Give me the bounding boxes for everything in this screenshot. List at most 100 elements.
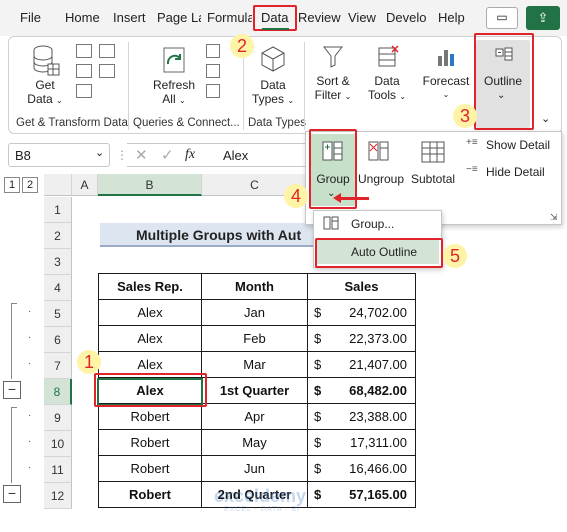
cell-sales[interactable]: $57,165.00 — [308, 482, 416, 508]
cell-month[interactable]: Apr — [202, 404, 308, 430]
group-label-queries: Queries & Connect... — [133, 117, 240, 129]
cell-month[interactable]: Jan — [202, 300, 308, 326]
cell-sales-rep[interactable]: Alex — [99, 326, 202, 352]
tab-view[interactable]: View — [348, 10, 376, 25]
cell-month[interactable]: 1st Quarter — [202, 378, 308, 404]
sales-value: 22,373.00 — [349, 331, 407, 346]
row-header[interactable]: 1 — [44, 197, 72, 223]
sales-value: 24,702.00 — [349, 305, 407, 320]
currency-symbol: $ — [314, 383, 322, 398]
row-header[interactable]: 6 — [44, 327, 72, 353]
cell-sales[interactable]: $68,482.00 — [308, 378, 416, 404]
cell-sales[interactable]: $24,702.00 — [308, 300, 416, 326]
tab-help[interactable]: Help — [438, 10, 465, 25]
row-header-selected[interactable]: 8 — [44, 379, 72, 405]
subtotal-icon[interactable] — [420, 140, 446, 164]
hide-detail-button[interactable]: Hide Detail — [486, 165, 545, 179]
formula-bar[interactable]: ✕ ✓ fx Alex — [127, 143, 307, 167]
cell-sales[interactable]: $22,373.00 — [308, 326, 416, 352]
row-header[interactable]: 2 — [44, 223, 72, 249]
from-web-icon[interactable] — [76, 64, 92, 78]
dialog-launcher-icon[interactable]: ⇲ — [550, 212, 558, 223]
data-tools-label-2: Tools — [367, 88, 396, 102]
from-table-icon[interactable] — [76, 84, 92, 98]
forecast-button[interactable]: Forecast ⌄ — [418, 74, 474, 102]
row-header[interactable]: 11 — [44, 457, 72, 483]
ungroup-icon[interactable] — [368, 140, 390, 162]
queries-connections-icon[interactable] — [206, 44, 220, 58]
tab-review[interactable]: Review — [298, 10, 341, 25]
outline-level-1[interactable]: 1 — [4, 177, 20, 193]
row-header[interactable]: 9 — [44, 405, 72, 431]
cell-sales-rep[interactable]: Robert — [99, 404, 202, 430]
name-box[interactable]: B8 ⌄ — [8, 143, 110, 167]
from-text-icon[interactable] — [76, 44, 92, 58]
tab-insert[interactable]: Insert — [113, 10, 146, 25]
cancel-icon[interactable]: ✕ — [135, 146, 148, 164]
tab-formulas[interactable]: Formula — [207, 10, 252, 25]
outline-bracket — [11, 407, 17, 483]
sales-value: 21,407.00 — [349, 357, 407, 372]
collapse-group-button[interactable]: − — [3, 381, 21, 399]
outline-dot: · — [28, 410, 32, 421]
properties-icon[interactable] — [206, 64, 220, 78]
currency-symbol: $ — [314, 357, 322, 372]
cell-month[interactable]: Mar — [202, 352, 308, 378]
collapse-ribbon-icon[interactable]: ⌄ — [541, 112, 550, 125]
row-header[interactable]: 5 — [44, 301, 72, 327]
row-header[interactable]: 12 — [44, 483, 72, 509]
currency-symbol: $ — [314, 409, 322, 424]
cell-month[interactable]: Jun — [202, 456, 308, 482]
show-detail-button[interactable]: Show Detail — [486, 138, 550, 152]
enter-icon[interactable]: ✓ — [161, 146, 174, 164]
cell-sales-rep[interactable]: Robert — [99, 456, 202, 482]
tab-developer[interactable]: Develo — [386, 10, 430, 25]
tab-page-layout[interactable]: Page La — [157, 10, 201, 25]
cell-month[interactable]: May — [202, 430, 308, 456]
row-header[interactable]: 4 — [44, 275, 72, 301]
data-tools-button[interactable]: Data Tools ⌄ — [362, 74, 412, 104]
refresh-all-button[interactable]: Refresh All ⌄ — [146, 78, 202, 108]
cell-sales-rep[interactable]: Robert — [99, 430, 202, 456]
cell-sales[interactable]: $17,311.00 — [308, 430, 416, 456]
existing-connections-icon[interactable] — [99, 64, 115, 78]
chevron-down-icon: ⌄ — [287, 96, 295, 105]
data-types-button[interactable]: Data Types ⌄ — [248, 78, 298, 108]
cell-sales[interactable]: $16,466.00 — [308, 456, 416, 482]
comments-icon[interactable]: ▭ — [486, 7, 518, 29]
outline-highlight — [474, 33, 534, 130]
tab-home[interactable]: Home — [65, 10, 100, 25]
sales-value: 17,311.00 — [350, 435, 407, 450]
outline-dot: · — [28, 462, 32, 473]
get-data-button[interactable]: Get Data ⌄ — [22, 78, 68, 108]
collapse-group-button[interactable]: − — [3, 485, 21, 503]
ungroup-button[interactable]: Ungroup — [358, 172, 404, 186]
sales-value: 68,482.00 — [349, 383, 407, 398]
cell-month[interactable]: Feb — [202, 326, 308, 352]
subtotal-button[interactable]: Subtotal — [411, 172, 455, 186]
share-icon[interactable]: ⇪ — [526, 6, 560, 30]
insert-function-icon[interactable]: fx — [185, 147, 195, 163]
data-tools-label-1: Data — [374, 74, 400, 88]
cell-sales-rep[interactable]: Robert — [99, 482, 202, 508]
cell-sales[interactable]: $21,407.00 — [308, 352, 416, 378]
row-header[interactable]: 7 — [44, 353, 72, 379]
chevron-down-icon: ⌄ — [56, 96, 63, 105]
column-header-a[interactable]: A — [72, 174, 98, 196]
hide-detail-icon: −≡ — [466, 164, 478, 175]
select-all-corner[interactable] — [44, 174, 72, 196]
watermark-tagline: EXCEL · DATA · BI — [224, 506, 300, 513]
tab-file[interactable]: File — [20, 10, 41, 25]
cell-sales[interactable]: $23,388.00 — [308, 404, 416, 430]
column-header-b[interactable]: B — [98, 174, 202, 196]
group-menu-item[interactable]: Group... — [351, 217, 394, 231]
sort-filter-button[interactable]: Sort & Filter ⌄ — [308, 74, 358, 104]
edit-links-icon[interactable] — [206, 84, 220, 98]
cell-sales-rep[interactable]: Alex — [99, 300, 202, 326]
recent-sources-icon[interactable] — [99, 44, 115, 58]
row-header[interactable]: 10 — [44, 431, 72, 457]
name-box-value: B8 — [15, 148, 31, 163]
row-header[interactable]: 3 — [44, 249, 72, 275]
outline-level-2[interactable]: 2 — [22, 177, 38, 193]
group-label-data-types: Data Types — [248, 117, 306, 129]
